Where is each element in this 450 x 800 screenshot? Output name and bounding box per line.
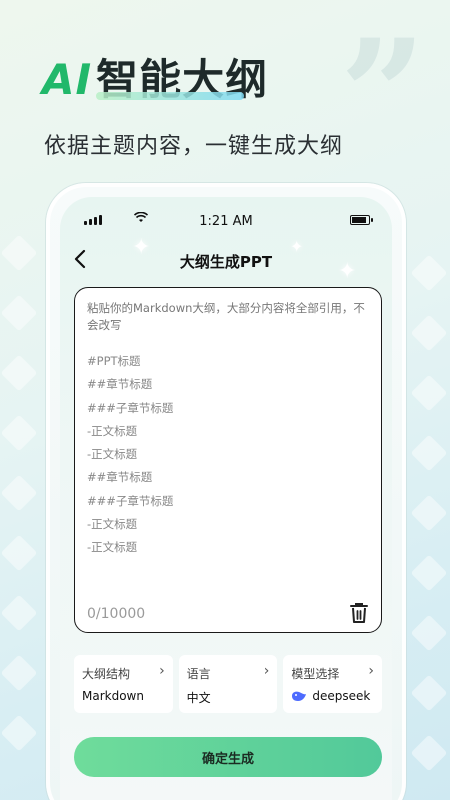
promo-subtitle: 依据主题内容，一键生成大纲 xyxy=(44,134,344,159)
example-line: #PPT标题 xyxy=(87,354,141,368)
quote-mark-decoration: ” xyxy=(339,7,426,183)
clear-button[interactable] xyxy=(349,602,369,624)
example-line: -正文标题 xyxy=(87,517,138,532)
promo-title-ai: AI xyxy=(42,55,93,104)
language-selector[interactable]: 语言 › 中文 xyxy=(178,655,278,713)
option-label: 大纲结构 xyxy=(82,667,131,681)
nav-bar: 大纲生成PPT xyxy=(60,249,392,273)
phone-frame: 1:21 AM ✦ ✦ ✦ 大纲生成PPT 粘贴你的Markdown大纲，大部分… xyxy=(46,183,406,800)
confirm-generate-button[interactable]: 确定生成 xyxy=(74,737,382,777)
chevron-right-icon: › xyxy=(368,663,375,679)
chevron-right-icon: › xyxy=(263,663,270,679)
options-row: 大纲结构 › Markdown 语言 › 中文 模型选择 › deepseek xyxy=(74,655,383,713)
status-time: 1:21 AM xyxy=(199,213,253,229)
char-count: 0/10000 xyxy=(87,606,146,622)
status-bar: 1:21 AM xyxy=(60,211,392,231)
example-line: -正文标题 xyxy=(87,540,138,555)
outline-structure-selector[interactable]: 大纲结构 › Markdown xyxy=(74,655,173,713)
editor-example-lines: #PPT标题 ##章节标题 ###子章节标题 -正文标题 -正文标题 ##章节标… xyxy=(87,350,173,560)
example-line: ###子章节标题 xyxy=(87,400,174,415)
option-label: 语言 xyxy=(186,667,211,681)
option-value: Markdown xyxy=(82,689,144,703)
title-underline-decoration xyxy=(96,92,244,100)
example-line: -正文标题 xyxy=(87,447,138,462)
example-line: ##章节标题 xyxy=(87,377,153,392)
model-selector[interactable]: 模型选择 › deepseek xyxy=(283,655,383,713)
option-value: deepseek xyxy=(291,689,370,703)
chevron-right-icon: › xyxy=(159,663,165,679)
example-line: -正文标题 xyxy=(87,423,138,438)
markdown-editor[interactable]: 粘贴你的Markdown大纲，大部分内容将全部引用，不会改写 #PPT标题 ##… xyxy=(74,287,382,633)
option-value: 中文 xyxy=(186,691,211,705)
battery-icon xyxy=(350,215,373,225)
deepseek-whale-icon xyxy=(292,691,307,701)
editor-placeholder: 粘贴你的Markdown大纲，大部分内容将全部引用，不会改写 xyxy=(87,301,365,332)
phone-screen: 1:21 AM ✦ ✦ ✦ 大纲生成PPT 粘贴你的Markdown大纲，大部分… xyxy=(60,197,392,800)
example-line: ###子章节标题 xyxy=(87,493,174,508)
trash-icon xyxy=(350,603,368,623)
page-title: 大纲生成PPT xyxy=(179,253,273,271)
example-line: ##章节标题 xyxy=(87,470,153,485)
option-label: 模型选择 xyxy=(291,667,340,681)
